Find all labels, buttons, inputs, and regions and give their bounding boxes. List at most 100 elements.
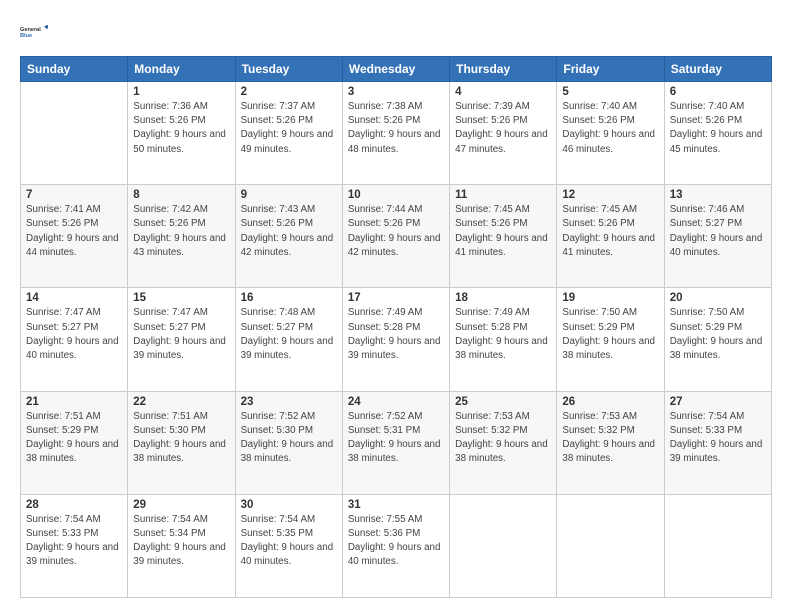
day-number: 15 (133, 292, 229, 304)
cell-info: Sunrise: 7:36 AMSunset: 5:26 PMDaylight:… (133, 100, 229, 157)
week-row-3: 21 Sunrise: 7:51 AMSunset: 5:29 PMDayligh… (21, 391, 772, 494)
day-number: 11 (455, 189, 551, 201)
cell-info: Sunrise: 7:47 AMSunset: 5:27 PMDaylight:… (26, 306, 122, 363)
cell-info: Sunrise: 7:50 AMSunset: 5:29 PMDaylight:… (562, 306, 658, 363)
cell-info: Sunrise: 7:45 AMSunset: 5:26 PMDaylight:… (455, 203, 551, 260)
calendar-cell: 6Sunrise: 7:40 AMSunset: 5:26 PMDaylight… (664, 82, 771, 185)
calendar-cell: 28 Sunrise: 7:54 AMSunset: 5:33 PMDayligh… (21, 494, 128, 597)
day-number: 18 (455, 292, 551, 304)
day-number: 28 (26, 499, 122, 511)
cell-info: Sunrise: 7:47 AMSunset: 5:27 PMDaylight:… (133, 306, 229, 363)
cell-info: Sunrise: 7:54 AMSunset: 5:33 PMDaylight:… (26, 513, 122, 570)
day-number: 29 (133, 499, 229, 511)
svg-text:General: General (20, 27, 41, 33)
cell-info: Sunrise: 7:48 AMSunset: 5:27 PMDaylight:… (241, 306, 337, 363)
day-number: 2 (241, 86, 337, 98)
cell-info: Sunrise: 7:50 AMSunset: 5:29 PMDaylight:… (670, 306, 766, 363)
day-number: 31 (348, 499, 444, 511)
cell-info: Sunrise: 7:42 AMSunset: 5:26 PMDaylight:… (133, 203, 229, 260)
day-number: 27 (670, 396, 766, 408)
day-number: 26 (562, 396, 658, 408)
cell-info: Sunrise: 7:51 AMSunset: 5:29 PMDaylight:… (26, 410, 122, 467)
calendar-cell: 29 Sunrise: 7:54 AMSunset: 5:34 PMDayligh… (128, 494, 235, 597)
day-number: 3 (348, 86, 444, 98)
calendar-cell: 25 Sunrise: 7:53 AMSunset: 5:32 PMDayligh… (450, 391, 557, 494)
weekday-thursday: Thursday (450, 57, 557, 82)
day-number: 30 (241, 499, 337, 511)
calendar-cell (21, 82, 128, 185)
calendar-cell: 17 Sunrise: 7:49 AMSunset: 5:28 PMDayligh… (342, 288, 449, 391)
calendar-cell: 20 Sunrise: 7:50 AMSunset: 5:29 PMDayligh… (664, 288, 771, 391)
day-number: 24 (348, 396, 444, 408)
weekday-tuesday: Tuesday (235, 57, 342, 82)
cell-info: Sunrise: 7:44 AMSunset: 5:26 PMDaylight:… (348, 203, 444, 260)
day-number: 19 (562, 292, 658, 304)
day-number: 13 (670, 189, 766, 201)
day-number: 1 (133, 86, 229, 98)
weekday-header: SundayMondayTuesdayWednesdayThursdayFrid… (21, 57, 772, 82)
day-number: 20 (670, 292, 766, 304)
cell-info: Sunrise: 7:55 AMSunset: 5:36 PMDaylight:… (348, 513, 444, 570)
calendar-body: 1 Sunrise: 7:36 AMSunset: 5:26 PMDaylight… (21, 82, 772, 598)
cell-info: Sunrise: 7:53 AMSunset: 5:32 PMDaylight:… (455, 410, 551, 467)
day-number: 10 (348, 189, 444, 201)
day-number: 21 (26, 396, 122, 408)
calendar-cell: 31 Sunrise: 7:55 AMSunset: 5:36 PMDayligh… (342, 494, 449, 597)
cell-info: Sunrise: 7:38 AMSunset: 5:26 PMDaylight:… (348, 100, 444, 157)
cell-info: Sunrise: 7:46 AMSunset: 5:27 PMDaylight:… (670, 203, 766, 260)
logo-icon: General Blue (20, 18, 48, 46)
weekday-wednesday: Wednesday (342, 57, 449, 82)
calendar-cell (664, 494, 771, 597)
cell-info: Sunrise: 7:43 AMSunset: 5:26 PMDaylight:… (241, 203, 337, 260)
day-number: 14 (26, 292, 122, 304)
day-number: 23 (241, 396, 337, 408)
cell-info: Sunrise: 7:53 AMSunset: 5:32 PMDaylight:… (562, 410, 658, 467)
calendar-table: SundayMondayTuesdayWednesdayThursdayFrid… (20, 56, 772, 598)
day-number: 6 (670, 86, 766, 98)
week-row-2: 14 Sunrise: 7:47 AMSunset: 5:27 PMDayligh… (21, 288, 772, 391)
calendar-cell: 16Sunrise: 7:48 AMSunset: 5:27 PMDayligh… (235, 288, 342, 391)
cell-info: Sunrise: 7:49 AMSunset: 5:28 PMDaylight:… (455, 306, 551, 363)
calendar-cell: 8 Sunrise: 7:42 AMSunset: 5:26 PMDaylight… (128, 185, 235, 288)
weekday-saturday: Saturday (664, 57, 771, 82)
calendar-cell: 14 Sunrise: 7:47 AMSunset: 5:27 PMDayligh… (21, 288, 128, 391)
calendar-cell: 23Sunrise: 7:52 AMSunset: 5:30 PMDayligh… (235, 391, 342, 494)
cell-info: Sunrise: 7:54 AMSunset: 5:33 PMDaylight:… (670, 410, 766, 467)
day-number: 22 (133, 396, 229, 408)
cell-info: Sunrise: 7:49 AMSunset: 5:28 PMDaylight:… (348, 306, 444, 363)
calendar-cell: 13 Sunrise: 7:46 AMSunset: 5:27 PMDayligh… (664, 185, 771, 288)
day-number: 8 (133, 189, 229, 201)
day-number: 25 (455, 396, 551, 408)
cell-info: Sunrise: 7:45 AMSunset: 5:26 PMDaylight:… (562, 203, 658, 260)
cell-info: Sunrise: 7:37 AMSunset: 5:26 PMDaylight:… (241, 100, 337, 157)
calendar-cell: 5Sunrise: 7:40 AMSunset: 5:26 PMDaylight… (557, 82, 664, 185)
weekday-friday: Friday (557, 57, 664, 82)
day-number: 7 (26, 189, 122, 201)
calendar-cell: 2 Sunrise: 7:37 AMSunset: 5:26 PMDaylight… (235, 82, 342, 185)
calendar-cell: 15 Sunrise: 7:47 AMSunset: 5:27 PMDayligh… (128, 288, 235, 391)
calendar-cell: 12Sunrise: 7:45 AMSunset: 5:26 PMDayligh… (557, 185, 664, 288)
calendar-cell: 11 Sunrise: 7:45 AMSunset: 5:26 PMDayligh… (450, 185, 557, 288)
cell-info: Sunrise: 7:39 AMSunset: 5:26 PMDaylight:… (455, 100, 551, 157)
week-row-1: 7Sunrise: 7:41 AMSunset: 5:26 PMDaylight… (21, 185, 772, 288)
calendar-cell: 22Sunrise: 7:51 AMSunset: 5:30 PMDayligh… (128, 391, 235, 494)
day-number: 4 (455, 86, 551, 98)
cell-info: Sunrise: 7:54 AMSunset: 5:34 PMDaylight:… (133, 513, 229, 570)
calendar-cell: 30Sunrise: 7:54 AMSunset: 5:35 PMDayligh… (235, 494, 342, 597)
calendar-cell: 26 Sunrise: 7:53 AMSunset: 5:32 PMDayligh… (557, 391, 664, 494)
cell-info: Sunrise: 7:40 AMSunset: 5:26 PMDaylight:… (562, 100, 658, 157)
weekday-sunday: Sunday (21, 57, 128, 82)
week-row-4: 28 Sunrise: 7:54 AMSunset: 5:33 PMDayligh… (21, 494, 772, 597)
weekday-monday: Monday (128, 57, 235, 82)
calendar-cell: 24Sunrise: 7:52 AMSunset: 5:31 PMDayligh… (342, 391, 449, 494)
logo: General Blue (20, 18, 48, 46)
calendar-cell: 21 Sunrise: 7:51 AMSunset: 5:29 PMDayligh… (21, 391, 128, 494)
page: General Blue SundayMondayTuesdayWednesda… (0, 0, 792, 612)
calendar-cell (450, 494, 557, 597)
calendar-cell: 4 Sunrise: 7:39 AMSunset: 5:26 PMDaylight… (450, 82, 557, 185)
svg-text:Blue: Blue (20, 33, 32, 39)
calendar-cell: 18 Sunrise: 7:49 AMSunset: 5:28 PMDayligh… (450, 288, 557, 391)
day-number: 17 (348, 292, 444, 304)
calendar-cell: 1 Sunrise: 7:36 AMSunset: 5:26 PMDaylight… (128, 82, 235, 185)
day-number: 9 (241, 189, 337, 201)
